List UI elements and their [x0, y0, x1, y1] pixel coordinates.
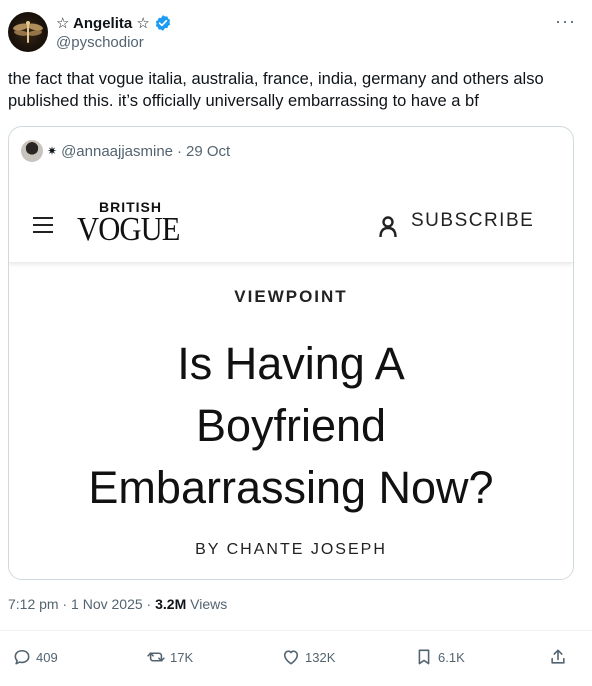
author-handle[interactable]: @pyschodior	[56, 34, 144, 51]
account-icon	[379, 216, 397, 238]
reply-count: 409	[36, 649, 58, 665]
repost-button[interactable]: 17K	[146, 647, 193, 667]
quoted-date: 29 Oct	[186, 142, 231, 160]
author-avatar[interactable]	[8, 12, 48, 52]
reply-icon	[14, 649, 30, 665]
repost-count: 17K	[170, 649, 194, 665]
reply-button[interactable]: 409	[12, 647, 58, 667]
tweet-meta: 7:12 pm · 1 Nov 2025 · 3.2M Views	[8, 596, 227, 612]
article-byline: BY CHANTE JOSEPH	[195, 541, 387, 558]
bookmark-count: 6.1K	[438, 649, 465, 665]
dragonfly-icon	[13, 21, 43, 43]
section-label: VIEWPOINT	[234, 287, 348, 306]
share-button[interactable]	[548, 647, 572, 667]
article-headline: Is Having A Boyfriend Embarrassing Now?	[9, 333, 573, 519]
views-label: Views	[190, 596, 228, 612]
bookmark-button[interactable]: 6.1K	[414, 647, 465, 667]
menu-icon	[33, 217, 53, 233]
headline-line: Embarrassing Now?	[88, 462, 494, 513]
brand-logo: VOGUE	[77, 211, 180, 248]
more-options-icon[interactable]: ···	[555, 12, 576, 30]
separator: ·	[177, 142, 183, 160]
quoted-image[interactable]: BRITISH VOGUE SUBSCRIBE VIEWPOINT Is Hav…	[9, 175, 573, 579]
subscribe-label: SUBSCRIBE	[411, 210, 535, 231]
action-bar: 409 17K 132K 6.1K	[0, 630, 592, 674]
sparkle-icon: ✷	[47, 144, 58, 158]
vogue-header-bar: BRITISH VOGUE SUBSCRIBE	[9, 175, 573, 263]
headline-line: Is Having A	[177, 338, 405, 389]
like-count: 132K	[305, 649, 336, 665]
heart-icon	[283, 650, 299, 665]
verified-badge-icon[interactable]	[154, 14, 172, 32]
post-time[interactable]: 7:12 pm	[8, 596, 59, 612]
share-icon	[551, 649, 565, 664]
separator: ·	[146, 596, 152, 612]
quoted-author-avatar	[21, 140, 43, 162]
tweet: ☆ Angelita ☆ @pyschodior ··· the fact th…	[0, 0, 592, 686]
separator: ·	[62, 596, 68, 612]
post-date[interactable]: 1 Nov 2025	[71, 596, 143, 612]
views-count: 3.2M	[155, 596, 187, 612]
quoted-tweet-header: ✷ @annaajjasmine · 29 Oct	[21, 139, 230, 163]
like-button[interactable]: 132K	[281, 647, 335, 667]
headline-line: Boyfriend	[195, 400, 387, 451]
quoted-author-handle: @annaajjasmine	[61, 142, 174, 160]
tweet-text: the fact that vogue italia, australia, f…	[8, 70, 544, 110]
bookmark-icon	[418, 649, 430, 665]
repost-icon	[147, 652, 165, 662]
author-name-row: ☆ Angelita ☆	[56, 13, 172, 33]
author-display-name[interactable]: ☆ Angelita ☆	[56, 14, 150, 32]
quoted-tweet[interactable]: ✷ @annaajjasmine · 29 Oct BRITISH VOGUE …	[8, 126, 574, 580]
